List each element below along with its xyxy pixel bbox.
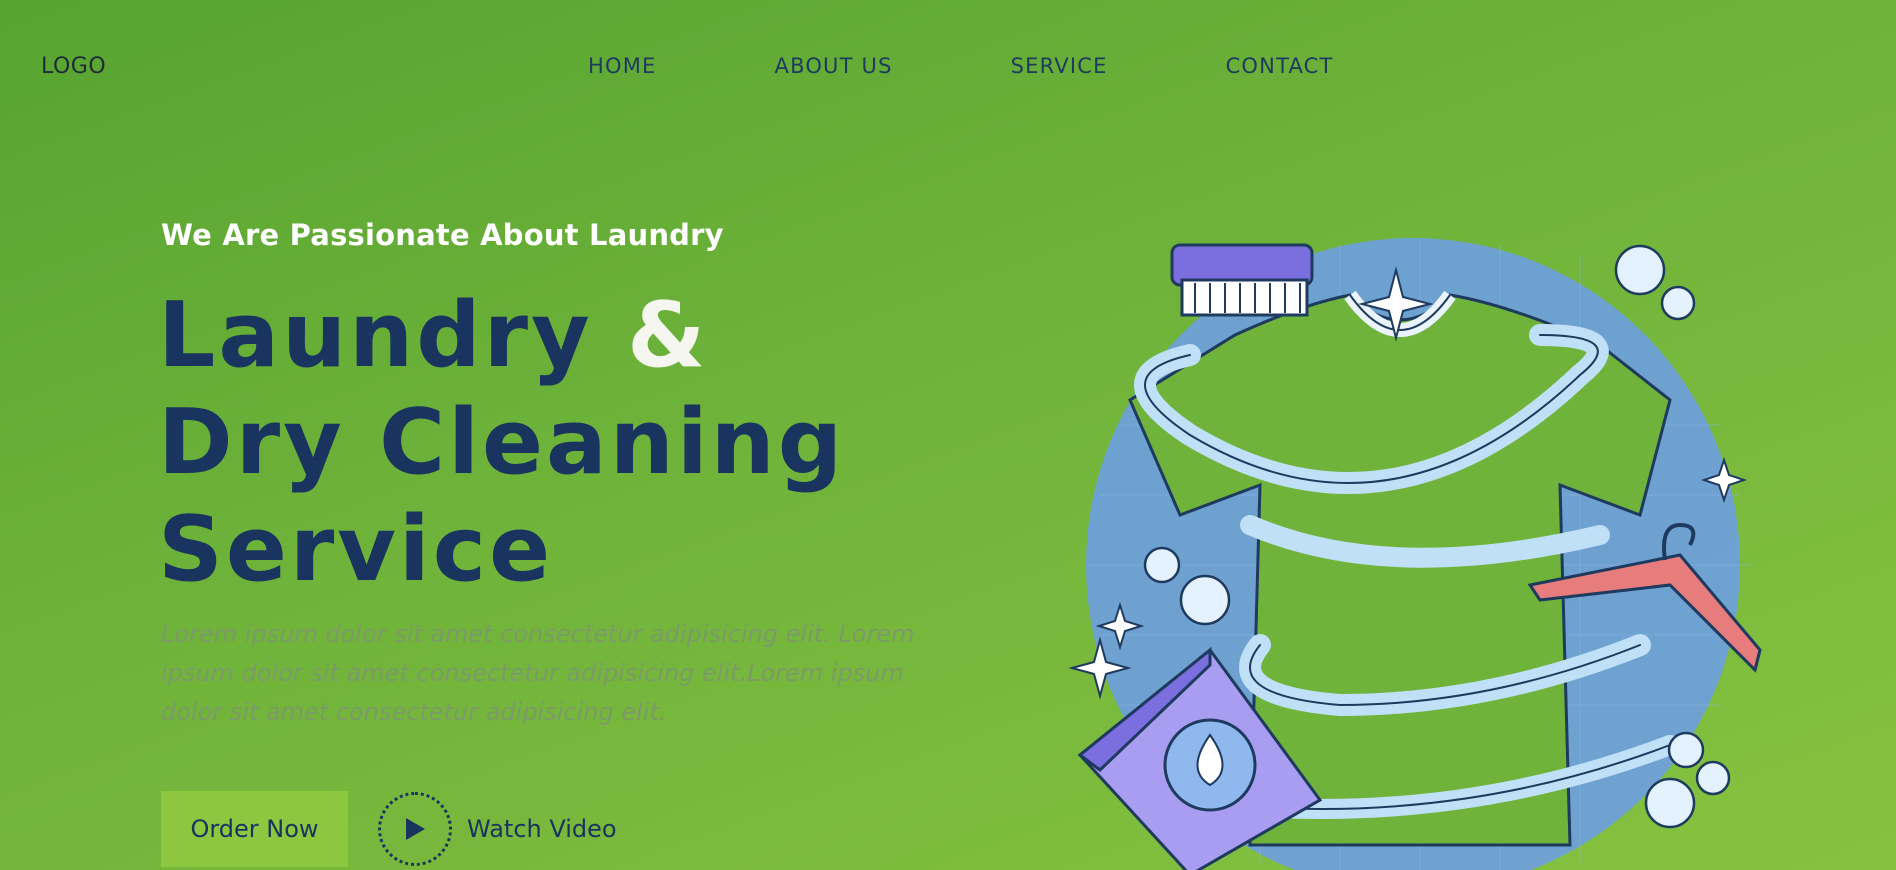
play-icon [406,818,425,840]
watch-video-button[interactable]: Watch Video [378,791,617,867]
laundry-illustration [1068,238,1762,870]
headline-line3: Service [158,497,554,602]
headline-line2: Dry Cleaning [158,390,846,495]
logo[interactable]: LOGO [41,54,106,79]
top-navbar: LOGO HOME ABOUT US SERVICE CONTACT [0,0,1896,134]
hero-headline: Laundry & Dry Cleaning Service [158,282,845,603]
nav-about-link[interactable]: ABOUT US [775,54,893,78]
nav-contact-link[interactable]: CONTACT [1226,54,1334,78]
hero-tagline: We Are Passionate About Laundry [161,218,724,252]
nav-links: HOME ABOUT US SERVICE CONTACT [588,54,1334,78]
headline-ampersand: & [627,283,709,388]
nav-service-link[interactable]: SERVICE [1011,54,1108,78]
headline-line1: Laundry [158,283,593,388]
brush-shape [1170,243,1314,317]
play-button-circle[interactable] [378,792,452,866]
order-now-button[interactable]: Order Now [161,791,348,867]
hero-description: Lorem ipsum dolor sit amet consectetur a… [161,620,915,726]
watch-video-label[interactable]: Watch Video [467,815,617,843]
nav-home-link[interactable]: HOME [588,54,657,78]
